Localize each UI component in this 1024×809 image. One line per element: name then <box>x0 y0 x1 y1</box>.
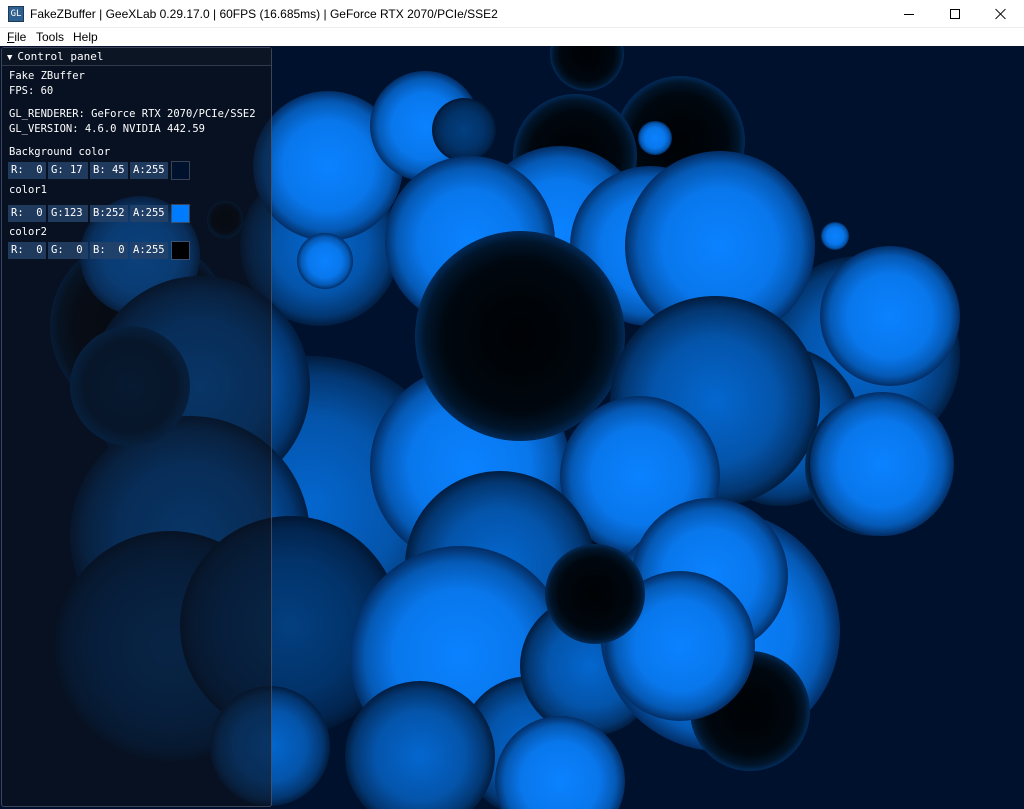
close-button[interactable] <box>978 0 1024 28</box>
sphere <box>821 222 849 250</box>
color1-editor: R: 0 G:123 B:252 A:255 <box>8 204 190 223</box>
color1-swatch[interactable] <box>171 204 190 223</box>
color2-r-field[interactable]: R: 0 <box>8 242 46 259</box>
color2-label: color2 <box>9 226 47 238</box>
title-bar[interactable]: GL FakeZBuffer | GeeXLab 0.29.17.0 | 60F… <box>0 0 1024 28</box>
background-color-swatch[interactable] <box>171 161 190 180</box>
menu-help[interactable]: Help <box>73 30 98 44</box>
color1-b-field[interactable]: B:252 <box>90 205 128 222</box>
window-title: FakeZBuffer | GeeXLab 0.29.17.0 | 60FPS … <box>30 7 498 21</box>
minimize-icon <box>904 13 914 15</box>
background-color-a-field[interactable]: A:255 <box>130 162 168 179</box>
color1-label: color1 <box>9 184 47 196</box>
gl-renderer-text: GL_RENDERER: GeForce RTX 2070/PCIe/SSE2 <box>9 108 256 120</box>
close-icon <box>995 8 1007 20</box>
demo-name-text: Fake ZBuffer <box>9 70 85 82</box>
fps-text: FPS: 60 <box>9 85 54 97</box>
control-panel[interactable]: ▼ Control panel Fake ZBuffer FPS: 60 GL_R… <box>1 47 272 807</box>
sphere <box>820 246 960 386</box>
color2-a-field[interactable]: A:255 <box>130 242 168 259</box>
gl-version-text: GL_VERSION: 4.6.0 NVIDIA 442.59 <box>9 123 205 135</box>
color1-r-field[interactable]: R: 0 <box>8 205 46 222</box>
menu-bar: File Tools Help <box>0 28 1024 46</box>
menu-file-rest: ile <box>14 30 27 44</box>
color2-editor: R: 0 G: 0 B: 0 A:255 <box>8 241 190 260</box>
menu-tools[interactable]: Tools <box>36 30 64 44</box>
background-color-editor: R: 0 G: 17 B: 45 A:255 <box>8 161 190 180</box>
sphere <box>432 98 496 162</box>
background-color-r-field[interactable]: R: 0 <box>8 162 46 179</box>
collapse-caret-icon[interactable]: ▼ <box>7 53 12 63</box>
sphere <box>638 121 672 155</box>
color2-b-field[interactable]: B: 0 <box>90 242 128 259</box>
sphere <box>415 231 625 441</box>
sphere <box>810 392 954 536</box>
color1-g-field[interactable]: G:123 <box>48 205 88 222</box>
sphere <box>545 544 645 644</box>
geexlab-app-icon[interactable]: GL <box>8 6 24 22</box>
color2-swatch[interactable] <box>171 241 190 260</box>
background-color-b-field[interactable]: B: 45 <box>90 162 128 179</box>
control-panel-title: Control panel <box>17 50 104 63</box>
color2-g-field[interactable]: G: 0 <box>48 242 88 259</box>
background-color-label: Background color <box>9 146 111 158</box>
background-color-g-field[interactable]: G: 17 <box>48 162 88 179</box>
sphere <box>297 233 353 289</box>
menu-file[interactable]: File <box>7 30 26 44</box>
control-panel-header[interactable]: ▼ Control panel <box>2 48 271 66</box>
minimize-button[interactable] <box>886 0 932 28</box>
maximize-icon <box>950 9 960 19</box>
color1-a-field[interactable]: A:255 <box>130 205 168 222</box>
maximize-button[interactable] <box>932 0 978 28</box>
